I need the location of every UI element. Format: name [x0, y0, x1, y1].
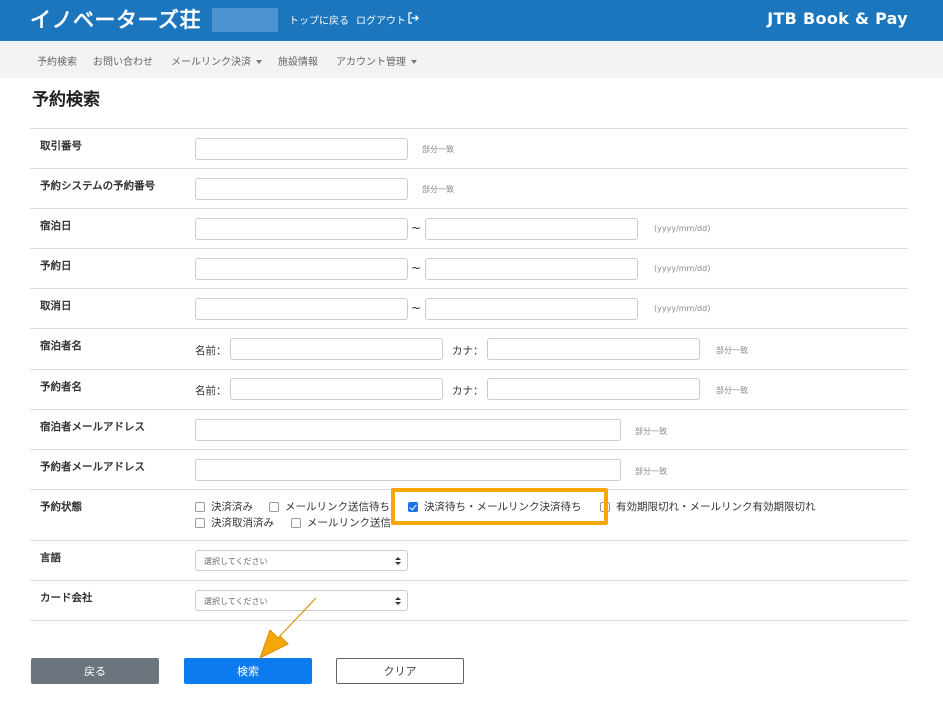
nav-reservation-search[interactable]: 予約検索: [37, 53, 77, 68]
status-option-cancelled[interactable]: 決済取消済み: [195, 515, 274, 530]
facility-name: イノベーターズ荘: [30, 8, 201, 32]
row-card-company: カード会社 選択してください: [30, 580, 908, 621]
guest-email-input[interactable]: [195, 419, 621, 441]
reservation-date-to-input[interactable]: [425, 258, 638, 280]
page-title: 予約検索: [32, 90, 100, 110]
guest-name-input[interactable]: [230, 338, 443, 360]
pointer-arrow-icon: [259, 597, 317, 660]
stay-date-to-input[interactable]: [425, 218, 638, 240]
status-option-mail-link-waiting[interactable]: メールリンク送信待ち: [269, 499, 390, 514]
row-language: 言語 選択してください: [30, 540, 908, 580]
partial-match-hint: 部分一致: [716, 346, 748, 355]
clear-button[interactable]: クリア: [336, 658, 464, 684]
range-separator: ~: [411, 301, 422, 315]
nav-account-management[interactable]: アカウント管理: [336, 53, 417, 68]
row-guest-name: 宿泊者名 名前： カナ： 部分一致: [30, 328, 908, 369]
back-to-top-link[interactable]: トップに戻る: [289, 12, 349, 27]
cancel-date-label: 取消日: [40, 300, 72, 312]
row-booker-name: 予約者名 名前： カナ： 部分一致: [30, 369, 908, 409]
row-transaction-number: 取引番号 部分一致: [30, 128, 908, 168]
row-cancel-date: 取消日 ~ (yyyy/mm/dd): [30, 288, 908, 328]
row-system-reservation-number: 予約システムの予約番号 部分一致: [30, 168, 908, 208]
language-selected-value: 選択してください: [204, 557, 268, 566]
transaction-number-input[interactable]: [195, 138, 408, 160]
partial-match-hint: 部分一致: [635, 467, 667, 476]
row-guest-email: 宿泊者メールアドレス 部分一致: [30, 409, 908, 449]
reservation-status-label: 予約状態: [40, 501, 82, 513]
kana-field-label: カナ：: [452, 345, 484, 357]
highlight-frame: [391, 488, 608, 525]
checkbox-icon[interactable]: [195, 501, 205, 512]
name-field-label: 名前：: [195, 385, 227, 397]
logout-link[interactable]: ログアウト: [356, 12, 406, 27]
guest-email-label: 宿泊者メールアドレス: [40, 421, 145, 433]
status-option-label: メールリンク送信: [307, 517, 391, 529]
select-arrows-icon: [395, 597, 401, 605]
cancel-date-to-input[interactable]: [425, 298, 638, 320]
status-option-label: 有効期限切れ・メールリンク有効期限切れ: [616, 501, 816, 513]
logout-icon[interactable]: [407, 12, 419, 24]
date-format-hint: (yyyy/mm/dd): [654, 304, 711, 313]
language-label: 言語: [40, 552, 61, 564]
date-format-hint: (yyyy/mm/dd): [654, 264, 711, 273]
card-company-label: カード会社: [40, 592, 93, 604]
row-stay-date: 宿泊日 ~ (yyyy/mm/dd): [30, 208, 908, 248]
reservation-date-from-input[interactable]: [195, 258, 408, 280]
guest-name-label: 宿泊者名: [40, 340, 82, 352]
provider-logo: JTB Book & Pay: [767, 9, 908, 28]
partial-match-hint: 部分一致: [422, 185, 454, 194]
stay-date-label: 宿泊日: [40, 220, 72, 232]
range-separator: ~: [411, 261, 422, 275]
status-option-label: 決済済み: [211, 501, 253, 513]
top-header: イノベーターズ荘 トップに戻る ログアウト JTB Book & Pay: [0, 0, 943, 41]
guest-kana-input[interactable]: [487, 338, 700, 360]
nav-contact[interactable]: お問い合わせ: [93, 53, 153, 68]
status-option-label: メールリンク送信待ち: [285, 501, 390, 513]
booker-kana-input[interactable]: [487, 378, 700, 400]
cancel-date-from-input[interactable]: [195, 298, 408, 320]
kana-field-label: カナ：: [452, 385, 484, 397]
chevron-down-icon: [411, 60, 417, 64]
redacted-block: [212, 8, 278, 32]
system-reservation-number-input[interactable]: [195, 178, 408, 200]
booker-email-input[interactable]: [195, 459, 621, 481]
reservation-date-label: 予約日: [40, 260, 72, 272]
booker-email-label: 予約者メールアドレス: [40, 461, 145, 473]
row-booker-email: 予約者メールアドレス 部分一致: [30, 449, 908, 489]
checkbox-icon[interactable]: [291, 517, 301, 528]
partial-match-hint: 部分一致: [716, 386, 748, 395]
sub-navigation: 予約検索 お問い合わせ メールリンク決済 施設情報 アカウント管理: [0, 41, 943, 78]
partial-match-hint: 部分一致: [422, 145, 454, 154]
name-field-label: 名前：: [195, 345, 227, 357]
row-reservation-date: 予約日 ~ (yyyy/mm/dd): [30, 248, 908, 288]
partial-match-hint: 部分一致: [635, 427, 667, 436]
date-format-hint: (yyyy/mm/dd): [654, 224, 711, 233]
checkbox-icon[interactable]: [195, 517, 205, 528]
status-option-expired[interactable]: 有効期限切れ・メールリンク有効期限切れ: [600, 499, 816, 514]
nav-facility-info[interactable]: 施設情報: [278, 53, 318, 68]
nav-mail-link-payment-label: メールリンク決済: [171, 57, 251, 68]
transaction-number-label: 取引番号: [40, 140, 82, 152]
status-option-label: 決済取消済み: [211, 517, 274, 529]
booker-name-input[interactable]: [230, 378, 443, 400]
booker-name-label: 予約者名: [40, 381, 82, 393]
nav-account-management-label: アカウント管理: [336, 57, 406, 68]
stay-date-from-input[interactable]: [195, 218, 408, 240]
nav-mail-link-payment[interactable]: メールリンク決済: [171, 53, 262, 68]
status-option-mail-link-sent[interactable]: メールリンク送信: [291, 515, 391, 530]
checkbox-icon[interactable]: [269, 501, 279, 512]
range-separator: ~: [411, 221, 422, 235]
status-option-paid[interactable]: 決済済み: [195, 499, 253, 514]
back-button[interactable]: 戻る: [31, 658, 159, 684]
system-reservation-number-label: 予約システムの予約番号: [40, 180, 156, 192]
select-arrows-icon: [395, 557, 401, 565]
language-select[interactable]: 選択してください: [195, 550, 408, 571]
chevron-down-icon: [256, 60, 262, 64]
